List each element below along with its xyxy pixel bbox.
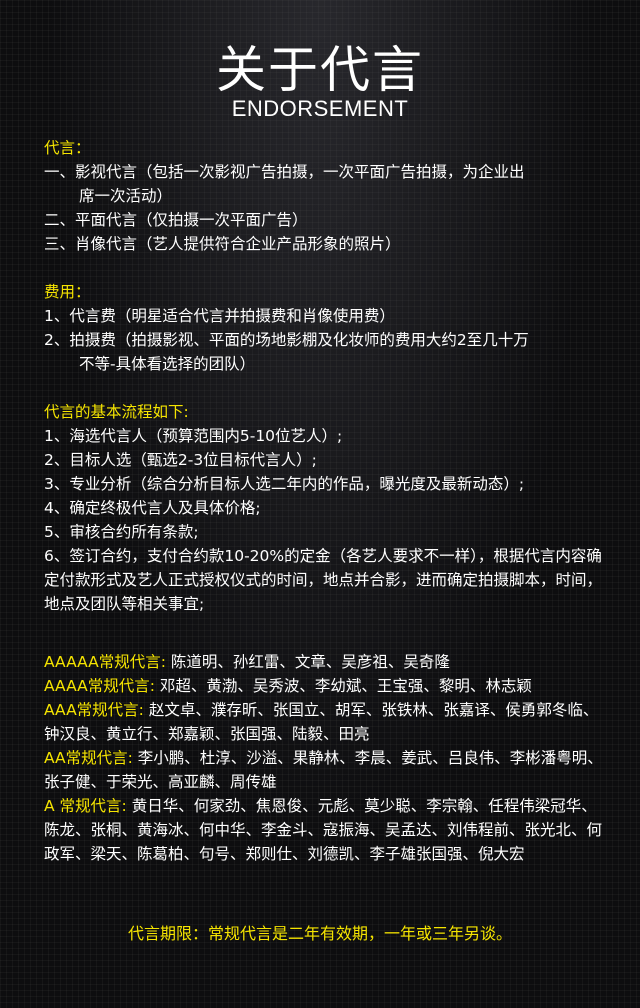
process-heading: 代言的基本流程如下:: [44, 403, 189, 421]
process-step: 5、审核合约所有条款;: [44, 523, 199, 541]
types-item: 一、影视代言（包括一次影视广告拍摄，一次平面广告拍摄，为企业出: [44, 163, 525, 181]
fees-heading: 费用：: [44, 283, 91, 301]
process-step: 6、签订合约，支付合约款10-20%的定金（各艺人要求不一样），根据代言内容确定…: [44, 547, 603, 613]
process-section: 代言的基本流程如下: 1、海选代言人（预算范围内5-10位艺人）; 2、目标人选…: [44, 400, 606, 616]
tier-aa: AA常规代言: 李小鹏、杜淳、沙溢、果静林、李晨、姜武、吕良伟、李彬潘粤明、张子…: [44, 746, 606, 794]
types-item: 三、肖像代言（艺人提供符合企业产品形象的照片）: [44, 235, 401, 253]
tier-names: 陈道明、孙红雷、文章、吴彦祖、吴奇隆: [165, 653, 450, 671]
fees-item: 2、拍摄费（拍摄影视、平面的场地影棚及化妆师的费用大约2至几十万: [44, 331, 529, 349]
types-section: 代言： 一、影视代言（包括一次影视广告拍摄，一次平面广告拍摄，为企业出 席一次活…: [44, 136, 606, 256]
tier-label: AAAA常规代言:: [44, 677, 155, 695]
process-step: 4、确定终极代言人及具体价格;: [44, 499, 261, 517]
process-step: 1、海选代言人（预算范围内5-10位艺人）;: [44, 427, 343, 445]
fees-item-continuation: 不等-具体看选择的团队）: [79, 355, 256, 373]
tier-names: 邓超、黄渤、吴秀波、李幼斌、王宝强、黎明、林志颖: [154, 677, 532, 695]
fees-item: 1、代言费（明星适合代言并拍摄费和肖像使用费）: [44, 307, 395, 325]
process-step: 2、目标人选（甄选2-3位目标代言人）;: [44, 451, 317, 469]
page-title: 关于代言: [216, 41, 424, 99]
tier-label: AAAAA常规代言:: [44, 653, 166, 671]
types-item: 二、平面代言（仅拍摄一次平面广告）: [44, 211, 308, 229]
tier-aaa: AAA常规代言: 赵文卓、濮存昕、张国立、胡军、张铁林、张嘉译、侯勇郭冬临、钟汉…: [44, 698, 606, 746]
fees-section: 费用： 1、代言费（明星适合代言并拍摄费和肖像使用费） 2、拍摄费（拍摄影视、平…: [44, 280, 606, 376]
tier-label: A 常规代言:: [44, 797, 127, 815]
types-item-continuation: 席一次活动）: [79, 187, 173, 205]
process-step: 3、专业分析（综合分析目标人选二年内的作品，曝光度及最新动态）;: [44, 475, 525, 493]
tier-aaaaa: AAAAA常规代言: 陈道明、孙红雷、文章、吴彦祖、吴奇隆: [44, 650, 606, 674]
page-subtitle: ENDORSEMENT: [231, 96, 409, 121]
main-content: 代言： 一、影视代言（包括一次影视广告拍摄，一次平面广告拍摄，为企业出 席一次活…: [44, 136, 606, 866]
types-heading: 代言：: [44, 139, 91, 157]
endorsement-term-note: 代言期限：常规代言是二年有效期，一年或三年另谈。: [127, 924, 512, 943]
tier-label: AAA常规代言:: [44, 701, 144, 719]
tier-names: 黄日华、何家劲、焦恩俊、元彪、莫少聪、李宗翰、任程伟梁冠华、陈龙、张桐、黄海冰、…: [44, 797, 603, 863]
tier-a: A 常规代言: 黄日华、何家劲、焦恩俊、元彪、莫少聪、李宗翰、任程伟梁冠华、陈龙…: [44, 794, 606, 866]
tiers-section: AAAAA常规代言: 陈道明、孙红雷、文章、吴彦祖、吴奇隆 AAAA常规代言: …: [44, 650, 606, 866]
tier-aaaa: AAAA常规代言: 邓超、黄渤、吴秀波、李幼斌、王宝强、黎明、林志颖: [44, 674, 606, 698]
tier-label: AA常规代言:: [44, 749, 133, 767]
